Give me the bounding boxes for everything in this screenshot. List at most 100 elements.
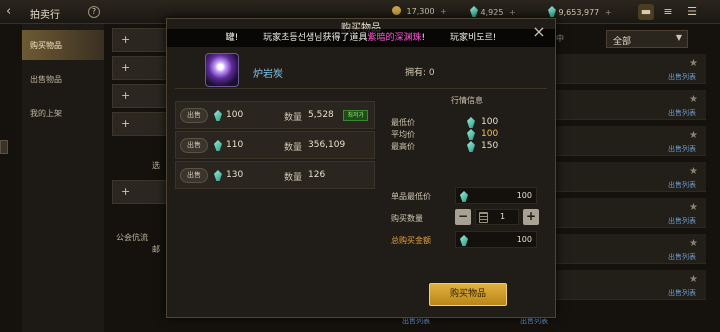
system-notice: 罐! 玩家초등선생님获得了道具紫暗的深渊珠! 玩家비도르! — [167, 29, 555, 47]
gem-amount: 4,925 — [480, 8, 504, 17]
gold-currency: 17,300 + — [392, 6, 447, 16]
list-link[interactable]: 出售列表 — [668, 72, 696, 82]
star-icon[interactable]: ★ — [689, 130, 698, 141]
list-item[interactable]: ★ 出售列表 — [556, 90, 706, 120]
category-guild[interactable]: 公会伉流 — [116, 232, 148, 243]
listing-price: 100 — [226, 110, 244, 120]
add-gem-button-2[interactable]: + — [605, 8, 612, 17]
gem-icon — [460, 235, 468, 246]
listing-quantity: 356,109 — [308, 140, 346, 150]
increase-button[interactable]: + — [523, 209, 539, 225]
unit-price-row: 单品最低价 100 — [389, 187, 545, 205]
total-row: 总购买金额 100 — [389, 231, 545, 249]
sidebar: 购买物品 出售物品 我的上架 — [22, 24, 104, 332]
list-link[interactable]: 出售列表 — [668, 216, 696, 226]
quantity-row: 购买数量 − 1 + — [389, 209, 545, 227]
listing-price: 110 — [226, 140, 244, 150]
gem-icon — [214, 110, 222, 121]
gem-icon — [548, 6, 556, 17]
quantity-label: 数量 — [284, 173, 303, 183]
list-item[interactable]: ★ 出售列表 — [556, 234, 706, 264]
gem-icon — [470, 6, 478, 17]
market-heading: 行情信息 — [451, 96, 483, 105]
list-link[interactable]: 出售列表 — [668, 288, 696, 298]
owned-count: 拥有: 0 — [405, 68, 435, 78]
list-item[interactable]: ★ 出售列表 — [556, 270, 706, 300]
category-text: 选 — [152, 161, 160, 170]
max-price: 150 — [481, 141, 499, 151]
back-arrow-icon[interactable]: ‹ — [6, 4, 22, 20]
orb-icon — [205, 53, 239, 87]
listing-price: 130 — [226, 170, 244, 180]
sell-button[interactable]: 出售 — [180, 108, 208, 123]
avg-price-row: 平均价 100 — [391, 129, 499, 140]
menu-icon[interactable]: ☰ — [684, 4, 700, 20]
gem-icon — [467, 141, 475, 152]
stack-icon[interactable]: ≡ — [660, 4, 676, 20]
star-icon[interactable]: ★ — [689, 238, 698, 249]
notice-prefix: 罐! — [225, 33, 239, 43]
add-gem-button[interactable]: + — [509, 8, 516, 17]
list-link[interactable]: 出售列表 — [668, 252, 696, 262]
side-handle[interactable] — [0, 140, 8, 154]
listing-quantity: 5,528 — [308, 110, 334, 120]
item-name: 炉岩炭 — [253, 69, 283, 80]
min-price-row: 最低价 100 — [391, 117, 499, 128]
list-link[interactable]: 出售列表 — [668, 108, 696, 118]
sell-button[interactable]: 出售 — [180, 168, 208, 183]
quantity-label: 数量 — [284, 113, 303, 123]
chest-icon[interactable]: ▬ — [638, 4, 654, 20]
gem-amount-2: 9,653,977 — [558, 8, 600, 17]
notice-body: 玩家초등선생님获得了道具 — [263, 33, 368, 43]
category-button[interactable]: + — [112, 56, 168, 80]
sidebar-item-sell[interactable]: 出售物品 — [22, 64, 104, 94]
quantity-input[interactable]: 1 — [475, 209, 519, 225]
help-icon[interactable]: ? — [88, 6, 100, 18]
table-row[interactable]: 出售 130 数量 126 — [175, 161, 375, 189]
calculator-icon[interactable] — [479, 212, 488, 223]
list-item[interactable]: ★ 出售列表 — [556, 162, 706, 192]
category-button[interactable]: + — [112, 84, 168, 108]
star-icon[interactable]: ★ — [689, 202, 698, 213]
listing-quantity: 126 — [308, 170, 326, 180]
sidebar-item-my-listings[interactable]: 我的上架 — [22, 98, 104, 128]
table-row[interactable]: 出售 110 数量 356,109 — [175, 131, 375, 159]
star-icon[interactable]: ★ — [689, 58, 698, 69]
notice-suffix: ! — [421, 33, 426, 43]
decrease-button[interactable]: − — [455, 209, 471, 225]
star-icon[interactable]: ★ — [689, 94, 698, 105]
quantity-stepper: − 1 + — [455, 209, 545, 226]
close-icon[interactable]: × — [531, 24, 547, 40]
category-button[interactable]: + — [112, 28, 168, 52]
table-row[interactable]: 出售 100 数量 5,528 최저가 — [175, 101, 375, 129]
total-price-field: 100 — [455, 231, 537, 248]
gem-icon — [460, 191, 468, 202]
buy-button[interactable]: 购买物品 — [429, 283, 507, 306]
category-button[interactable]: + — [112, 112, 168, 136]
list-item[interactable]: ★ 出售列表 — [556, 54, 706, 84]
unit-price-field: 100 — [455, 187, 537, 204]
list-item[interactable]: ★ 出售列表 — [556, 126, 706, 156]
star-icon[interactable]: ★ — [689, 166, 698, 177]
gem-icon — [214, 140, 222, 151]
lowest-price-badge: 최저가 — [343, 110, 368, 121]
quantity-label: 数量 — [284, 143, 303, 153]
category-text: 邮 — [152, 245, 160, 254]
gem-icon — [214, 170, 222, 181]
add-gold-button[interactable]: + — [440, 7, 447, 16]
gem-currency: 4,925 + — [470, 6, 516, 17]
category-button[interactable]: + — [112, 180, 168, 204]
list-item[interactable]: ★ 出售列表 — [556, 198, 706, 228]
listing-list: ★ 出售列表 ★ 出售列表 ★ 出售列表 ★ 出售列表 ★ 出售列表 ★ 出售列表 ★ 出售列… — [556, 40, 706, 332]
list-link[interactable]: 出售列表 — [668, 144, 696, 154]
list-link[interactable]: 出售列表 — [668, 180, 696, 190]
min-price: 100 — [481, 117, 499, 127]
avg-price: 100 — [481, 129, 499, 139]
notice-highlight: 紫暗的深渊珠 — [367, 33, 422, 43]
star-icon[interactable]: ★ — [689, 274, 698, 285]
notice-tail: 玩家비도르! — [449, 33, 497, 43]
sell-button[interactable]: 出售 — [180, 138, 208, 153]
sidebar-item-buy[interactable]: 购买物品 — [22, 30, 104, 60]
gem-icon — [467, 129, 475, 140]
item-header: 炉岩炭 拥有: 0 — [175, 53, 547, 89]
